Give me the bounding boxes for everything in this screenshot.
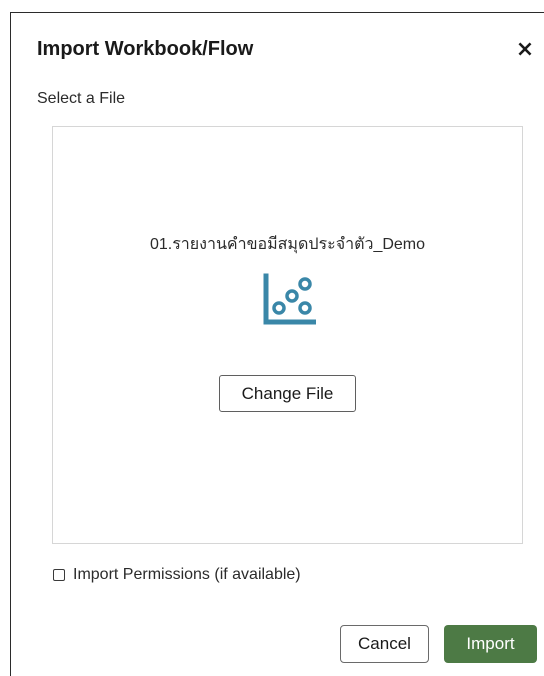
import-workbook-dialog: Import Workbook/Flow × Select a File 01.… [10, 12, 544, 676]
select-file-label: Select a File [37, 90, 126, 107]
import-permissions-label: Import Permissions (if available) [73, 566, 301, 583]
close-button[interactable]: × [514, 37, 536, 63]
change-file-button[interactable]: Change File [219, 375, 356, 412]
import-permissions-checkbox[interactable] [53, 569, 65, 581]
dialog-title: Import Workbook/Flow [37, 38, 254, 60]
workbook-scatter-icon [263, 273, 316, 325]
cancel-button[interactable]: Cancel [340, 625, 429, 663]
file-drop-panel[interactable]: 01.รายงานคำขอมีสมุดประจำตัว_Demo Change … [52, 126, 523, 544]
import-permissions-option[interactable]: Import Permissions (if available) [53, 566, 301, 584]
import-button[interactable]: Import [444, 625, 537, 663]
selected-file-name: 01.รายงานคำขอมีสมุดประจำตัว_Demo [149, 236, 426, 253]
